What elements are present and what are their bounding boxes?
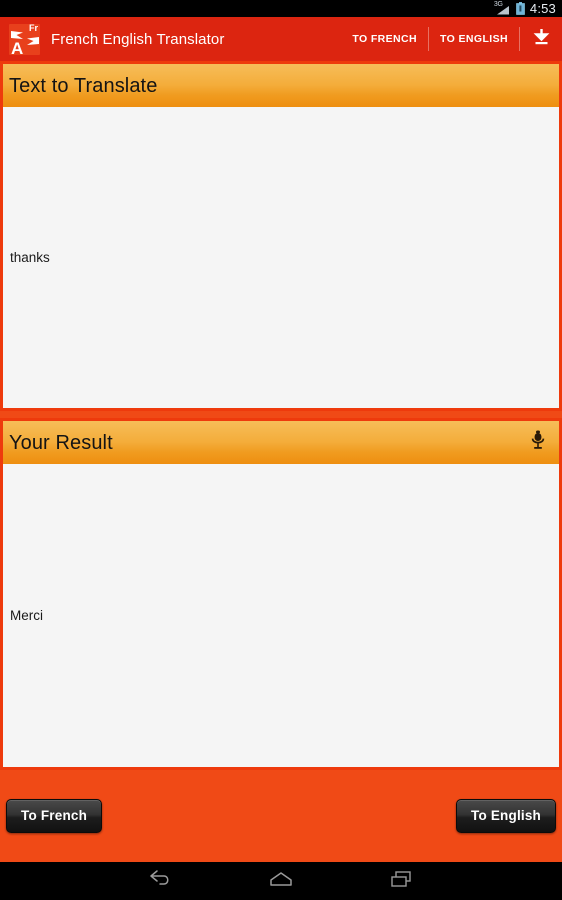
app-root: 3G 4:53 Fr A French English Translator T… bbox=[0, 0, 562, 900]
text-to-translate-title: Text to Translate bbox=[9, 74, 158, 97]
app-logo-icon: Fr A bbox=[9, 22, 40, 58]
text-to-translate-panel: Text to Translate thanks bbox=[0, 61, 562, 411]
microphone-icon bbox=[531, 430, 545, 455]
back-arrow-icon bbox=[148, 870, 172, 892]
footer-bar: To French To English bbox=[0, 770, 562, 862]
app-logo-lang-label: Fr bbox=[29, 22, 38, 33]
download-button[interactable] bbox=[520, 17, 562, 61]
download-icon bbox=[533, 28, 550, 51]
source-text-input[interactable]: thanks bbox=[3, 249, 559, 267]
action-bar: Fr A French English Translator TO FRENCH… bbox=[0, 17, 562, 61]
signal-bars-icon: 3G bbox=[493, 1, 511, 15]
your-result-panel: Your Result Merci bbox=[0, 418, 562, 770]
battery-icon bbox=[516, 2, 525, 15]
recent-apps-icon bbox=[390, 870, 414, 893]
recent-apps-button[interactable] bbox=[381, 866, 423, 896]
network-type-label: 3G bbox=[493, 1, 503, 8]
app-title: French English Translator bbox=[51, 30, 225, 48]
app-logo-letter-label: A bbox=[11, 38, 24, 58]
your-result-body[interactable]: Merci bbox=[3, 464, 559, 767]
text-to-translate-header: Text to Translate bbox=[3, 64, 559, 107]
back-button[interactable] bbox=[139, 866, 181, 896]
to-french-action-button[interactable]: TO FRENCH bbox=[341, 24, 428, 54]
result-text: Merci bbox=[10, 607, 43, 623]
to-french-button[interactable]: To French bbox=[6, 799, 103, 833]
microphone-button[interactable] bbox=[527, 430, 549, 456]
home-button[interactable] bbox=[260, 866, 302, 896]
to-english-button[interactable]: To English bbox=[456, 799, 556, 833]
status-bar: 3G 4:53 bbox=[0, 0, 562, 17]
text-to-translate-body[interactable]: thanks bbox=[3, 107, 559, 408]
your-result-title: Your Result bbox=[9, 431, 113, 454]
flag-bottom-right-icon bbox=[26, 33, 39, 51]
home-icon bbox=[268, 871, 294, 892]
clock-label: 4:53 bbox=[529, 1, 556, 16]
your-result-header: Your Result bbox=[3, 421, 559, 464]
action-bar-actions: TO FRENCH TO ENGLISH bbox=[341, 17, 562, 61]
to-english-action-button[interactable]: TO ENGLISH bbox=[429, 24, 519, 54]
android-navigation-bar bbox=[0, 862, 562, 900]
